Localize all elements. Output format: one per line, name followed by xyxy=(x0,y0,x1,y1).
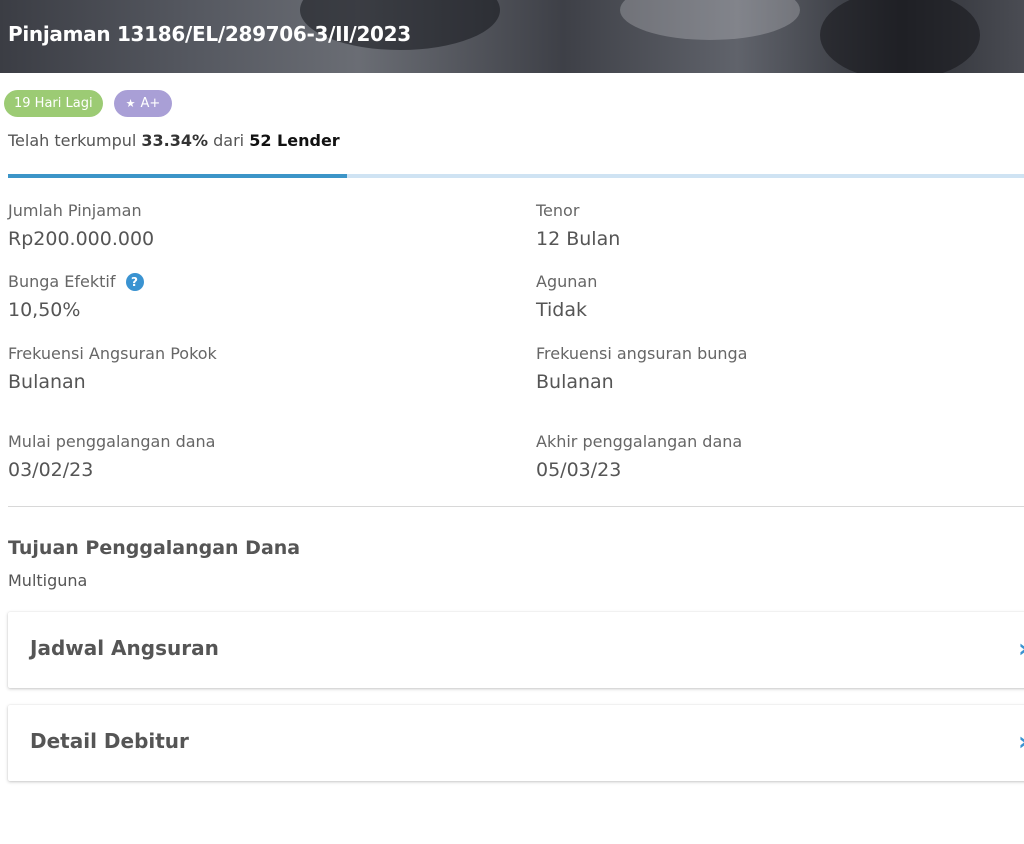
debtor-accordion-title: Detail Debitur xyxy=(30,729,189,753)
days-left-badge: 19 Hari Lagi xyxy=(4,90,103,117)
collateral-field: Agunan Tidak xyxy=(536,272,597,321)
banner-image-shape xyxy=(620,0,800,40)
interest-label-row: Bunga Efektif? xyxy=(8,272,144,292)
tenor-value: 12 Bulan xyxy=(536,228,621,250)
help-icon[interactable]: ? xyxy=(125,273,144,291)
start-date-field: Mulai penggalangan dana 03/02/23 xyxy=(8,432,215,481)
start-date-value: 03/02/23 xyxy=(8,459,94,481)
principal-freq-field: Frekuensi Angsuran Pokok Bulanan xyxy=(8,344,217,393)
interest-label: Bunga Efektif xyxy=(8,272,116,291)
tenor-label: Tenor xyxy=(536,201,580,220)
end-date-label: Akhir penggalangan dana xyxy=(536,432,743,451)
chevron-icon: › xyxy=(1018,634,1024,664)
collateral-value: Tidak xyxy=(536,299,588,321)
funding-prefix: Telah terkumpul xyxy=(8,131,137,150)
interest-freq-value: Bulanan xyxy=(536,371,614,393)
interest-field: Bunga Efektif? 10,50% xyxy=(8,272,144,321)
purpose-value: Multiguna xyxy=(8,571,88,590)
funding-status: Telah terkumpul 33.34% dari 52 Lender xyxy=(8,131,340,150)
badge-row: 19 Hari Lagi ★ A+ xyxy=(4,90,173,117)
lender-count: 52 Lender xyxy=(249,131,340,150)
interest-freq-label: Frekuensi angsuran bunga xyxy=(536,344,748,363)
funding-percent: 33.34% xyxy=(141,131,209,150)
rating-badge: ★ A+ xyxy=(113,90,173,117)
schedule-accordion-title: Jadwal Angsuran xyxy=(30,636,219,660)
principal-freq-label: Frekuensi Angsuran Pokok xyxy=(8,344,217,363)
loan-amount-value: Rp200.000.000 xyxy=(8,228,155,250)
rating-label: A+ xyxy=(140,96,161,111)
funding-progress-fill xyxy=(8,174,347,178)
header-banner: Pinjaman 13186/EL/289706-3/II/2023 xyxy=(0,0,1024,73)
interest-value: 10,50% xyxy=(8,299,81,321)
chevron-icon: › xyxy=(1018,727,1024,757)
interest-freq-field: Frekuensi angsuran bunga Bulanan xyxy=(536,344,747,393)
start-date-label: Mulai penggalangan dana xyxy=(8,432,216,451)
end-date-field: Akhir penggalangan dana 05/03/23 xyxy=(536,432,742,481)
funding-progress-bar xyxy=(8,174,1024,178)
schedule-accordion[interactable]: Jadwal Angsuran › xyxy=(8,612,1024,688)
tenor-field: Tenor 12 Bulan xyxy=(536,201,620,250)
purpose-title: Tujuan Penggalangan Dana xyxy=(8,537,301,559)
loan-amount-label: Jumlah Pinjaman xyxy=(8,201,142,220)
collateral-label: Agunan xyxy=(536,272,598,291)
loan-amount-field: Jumlah Pinjaman Rp200.000.000 xyxy=(8,201,154,250)
section-divider xyxy=(8,506,1024,507)
principal-freq-value: Bulanan xyxy=(8,371,86,393)
end-date-value: 05/03/23 xyxy=(536,459,622,481)
star-icon: ★ xyxy=(125,97,136,110)
funding-middle: dari xyxy=(213,131,245,150)
debtor-accordion[interactable]: Detail Debitur › xyxy=(8,705,1024,781)
loan-title: Pinjaman 13186/EL/289706-3/II/2023 xyxy=(8,22,411,46)
banner-image-shape xyxy=(820,0,980,73)
